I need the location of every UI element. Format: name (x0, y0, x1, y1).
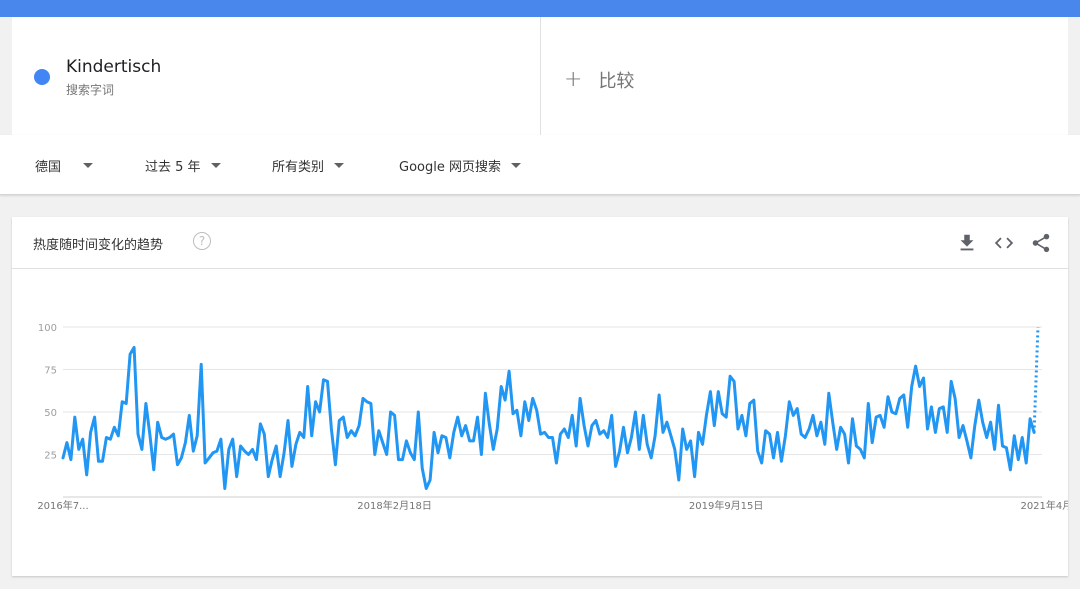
term-color-dot (34, 69, 50, 85)
plus-icon: + (564, 67, 583, 92)
x-tick-label: 2018年2月18日 (357, 499, 432, 512)
y-tick-label: 50 (44, 408, 57, 419)
search-term-card[interactable]: Kindertisch 搜索字词 (12, 17, 541, 135)
card-header: 热度随时间变化的趋势 ? (12, 217, 1068, 269)
time-range-filter-label: 过去 5 年 (145, 160, 201, 175)
search-term-panel: Kindertisch 搜索字词 + 比较 (12, 17, 1068, 135)
interest-over-time-card: 热度随时间变化的趋势 ? 25 50 75 100 2016年7... 2018年2月1… (12, 217, 1068, 576)
embed-code-icon[interactable] (993, 232, 1015, 254)
category-filter[interactable]: 所有类别 (272, 156, 345, 175)
x-tick-label: 2016年7... (37, 499, 88, 512)
chart-series (61, 326, 1040, 490)
chevron-down-icon (83, 163, 94, 168)
top-app-bar (0, 0, 1080, 17)
search-type-filter-label: Google 网页搜索 (399, 160, 501, 175)
partial-data-line (1032, 326, 1040, 433)
x-tick-label: 2019年9月15日 (689, 499, 764, 512)
compare-label: 比较 (598, 71, 635, 92)
region-filter-label: 德国 (35, 160, 62, 175)
region-filter[interactable]: 德国 (35, 156, 94, 175)
y-tick-label: 75 (44, 366, 57, 377)
category-filter-label: 所有类别 (272, 160, 325, 175)
chevron-down-icon (510, 163, 521, 168)
time-range-filter[interactable]: 过去 5 年 (145, 156, 221, 175)
term-type: 搜索字词 (66, 83, 115, 97)
help-icon[interactable]: ? (193, 232, 211, 250)
y-tick-label: 100 (38, 323, 57, 334)
x-tick-label: 2021年4月11日 (1020, 499, 1068, 512)
term-name: Kindertisch (66, 57, 162, 77)
x-axis-ticks: 2016年7... 2018年2月18日 2019年9月15日 2021年4月11日 (37, 499, 1068, 512)
interest-line-chart: 255075100 2016年7... 2018年2月18日 2019年9月15日 2… (37, 323, 1068, 512)
download-icon[interactable] (956, 232, 978, 254)
share-icon[interactable] (1030, 232, 1052, 254)
y-axis-ticks: 25 50 75 100 (38, 323, 57, 462)
filter-bar: 德国 过去 5 年 所有类别 Google 网页搜索 (0, 135, 1080, 195)
compare-button[interactable]: + 比较 (564, 67, 634, 93)
series-line-kindertisch (61, 345, 1036, 490)
chevron-down-icon (334, 163, 345, 168)
search-type-filter[interactable]: Google 网页搜索 (399, 156, 521, 175)
y-tick-label: 25 (44, 451, 57, 462)
card-title: 热度随时间变化的趋势 (33, 238, 164, 253)
chevron-down-icon (210, 163, 221, 168)
